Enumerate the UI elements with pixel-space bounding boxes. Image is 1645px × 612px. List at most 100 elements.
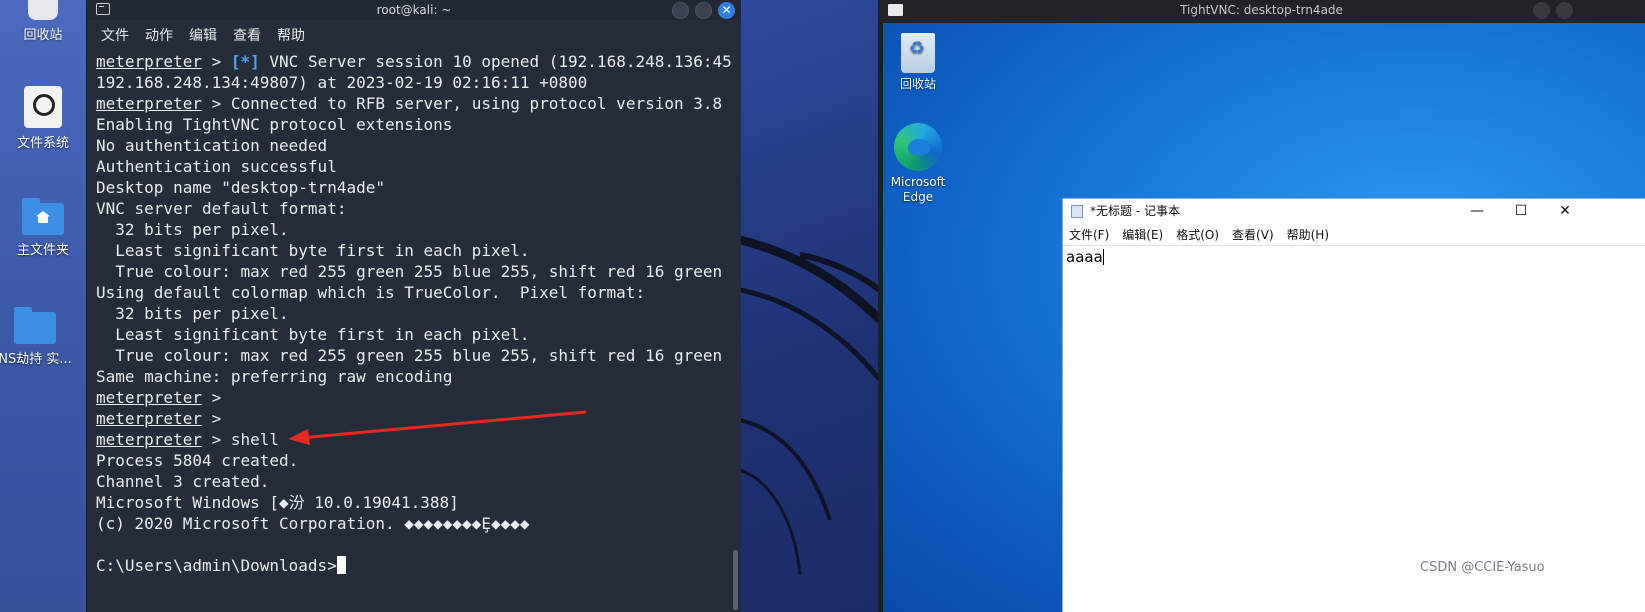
terminal-line-text: Using default colormap which is TrueColo… [96,283,646,302]
terminal-title: root@kali: ~ [376,3,452,17]
terminal-titlebar[interactable]: root@kali: ~ ✕ [87,0,741,20]
remote-icon-recycle-bin[interactable]: 回收站 [883,33,953,92]
home-folder-icon [22,198,64,235]
desktop-icon-label: 主文件夹 [16,243,69,258]
terminal-line: (c) 2020 Microsoft Corporation. ◆◆◆◆◆◆◆◆… [96,513,736,534]
terminal-line-text: Desktop name "desktop-trn4ade" [96,178,385,197]
folder-icon [14,307,56,344]
watermark: CSDN @CCIE-Yasuo [1420,560,1545,575]
menu-edit[interactable]: 编辑 [189,25,217,45]
close-button[interactable]: ✕ [718,2,735,19]
terminal-line-text: Enabling TightVNC protocol extensions [96,115,453,134]
terminal-app-icon [96,3,110,15]
notepad-title: *无标题 - 记事本 [1090,204,1180,218]
terminal-line-text: Channel 3 created. [96,472,270,491]
vnc-minimize-button[interactable] [1533,2,1550,19]
minimize-button[interactable] [672,2,689,19]
remote-icon-label: 回收站 [899,77,936,91]
vnc-app-icon [888,4,903,16]
terminal-line-text: Process 5804 created. [96,451,299,470]
terminal-line-text: 32 bits per pixel. [96,220,289,239]
meterpreter-prompt: meterpreter [96,52,202,71]
terminal-line-text: Microsoft Windows [◆汾 10.0.19041.388] [96,493,459,512]
terminal-line-text: > [201,388,222,407]
menu-action[interactable]: 动作 [145,25,173,45]
meterpreter-prompt: meterpreter [96,409,202,428]
terminal-line: Microsoft Windows [◆汾 10.0.19041.388] [96,492,736,513]
terminal-line: No authentication needed [96,135,736,156]
terminal-line: Authentication successful [96,156,736,177]
tightvnc-window[interactable]: TightVNC: desktop-trn4ade 回收站 Microsoft … [878,0,1645,612]
terminal-line: Least significant byte first in each pix… [96,240,736,261]
notepad-titlebar[interactable]: *无标题 - 记事本 — ☐ ✕ [1063,199,1645,223]
terminal-line: Same machine: preferring raw encoding [96,366,736,387]
terminal-line: 192.168.248.134:49807) at 2023-02-19 02:… [96,72,736,93]
terminal-window[interactable]: root@kali: ~ ✕ 文件 动作 编辑 查看 帮助 meterprete… [86,0,741,612]
terminal-line-text: Same machine: preferring raw encoding [96,367,453,386]
notepad-menu-format[interactable]: 格式(O) [1176,226,1219,243]
menu-help[interactable]: 帮助 [277,25,305,45]
kali-dragon-logo [740,235,880,576]
terminal-cursor [336,556,346,574]
notepad-menu-file[interactable]: 文件(F) [1069,226,1109,243]
menu-file[interactable]: 文件 [101,25,129,45]
terminal-scrollbar[interactable] [733,550,738,610]
terminal-line: Process 5804 created. [96,450,736,471]
maximize-button[interactable] [695,2,712,19]
terminal-line-text: C:\Users\admin\Downloads> [96,556,337,575]
terminal-line-text: Least significant byte first in each pix… [96,241,530,260]
terminal-line: 32 bits per pixel. [96,219,736,240]
recycle-bin-icon [901,33,935,73]
terminal-line: Using default colormap which is TrueColo… [96,282,736,303]
text-caret [1102,249,1104,265]
terminal-line: True colour: max red 255 green 255 blue … [96,345,736,366]
notepad-maximize-button[interactable]: ☐ [1499,199,1543,223]
edge-icon [894,123,942,171]
status-star: [*] [230,52,260,71]
desktop-icon-label: 回收站 [23,28,63,43]
terminal-line: meterpreter > [96,387,736,408]
notepad-close-button[interactable]: ✕ [1543,199,1587,223]
terminal-line: Least significant byte first in each pix… [96,324,736,345]
remote-windows-desktop[interactable]: 回收站 Microsoft Edge *无标题 - 记事本 — ☐ ✕ 文件(F… [883,23,1645,612]
terminal-line: C:\Users\admin\Downloads> [96,555,736,576]
terminal-line-text: No authentication needed [96,136,328,155]
desktop-icon-folder[interactable]: NS劫持 实... [0,307,78,367]
terminal-line-text: Least significant byte first in each pix… [96,325,530,344]
notepad-content: aaaa [1066,248,1103,266]
desktop-icon-filesystem[interactable]: 文件系统 [0,86,86,151]
notepad-icon [1071,205,1083,218]
trash-icon [28,0,58,20]
notepad-menubar: 文件(F) 编辑(E) 格式(O) 查看(V) 帮助(H) [1063,223,1645,245]
terminal-line-text: True colour: max red 255 green 255 blue … [96,346,723,365]
vnc-titlebar[interactable]: TightVNC: desktop-trn4ade [878,0,1645,22]
desktop-icon-label: NS劫持 实... [0,352,72,367]
desktop-icon-home[interactable]: 主文件夹 [0,198,86,258]
terminal-line-text: (c) 2020 Microsoft Corporation. ◆◆◆◆◆◆◆◆… [96,514,530,533]
notepad-minimize-button[interactable]: — [1455,199,1499,223]
meterpreter-prompt: meterpreter [96,430,202,449]
desktop-icon-label: 文件系统 [16,136,69,151]
notepad-window[interactable]: *无标题 - 记事本 — ☐ ✕ 文件(F) 编辑(E) 格式(O) 查看(V)… [1062,198,1645,612]
terminal-line: VNC server default format: [96,198,736,219]
terminal-line-text: VNC server default format: [96,199,347,218]
vnc-title: TightVNC: desktop-trn4ade [1180,3,1343,17]
notepad-menu-help[interactable]: 帮助(H) [1287,226,1329,243]
menu-view[interactable]: 查看 [233,25,261,45]
notepad-menu-edit[interactable]: 编辑(E) [1122,226,1163,243]
notepad-menu-view[interactable]: 查看(V) [1232,226,1274,243]
terminal-line-text: > [201,409,222,428]
terminal-line-text: > shell [201,430,280,449]
terminal-line: Enabling TightVNC protocol extensions [96,114,736,135]
terminal-output[interactable]: meterpreter > [*] VNC Server session 10 … [96,51,736,576]
desktop-icon-trash[interactable]: 回收站 [0,0,86,43]
terminal-line: Desktop name "desktop-trn4ade" [96,177,736,198]
terminal-line-text: 192.168.248.134:49807) at 2023-02-19 02:… [96,73,588,92]
notepad-text-area[interactable]: aaaa [1063,245,1645,612]
terminal-line-text: VNC Server session 10 opened (192.168.24… [259,52,732,71]
terminal-line: meterpreter > Connected to RFB server, u… [96,93,736,114]
vnc-maximize-button[interactable] [1556,2,1573,19]
terminal-line: 32 bits per pixel. [96,303,736,324]
remote-icon-edge[interactable]: Microsoft Edge [883,123,953,205]
